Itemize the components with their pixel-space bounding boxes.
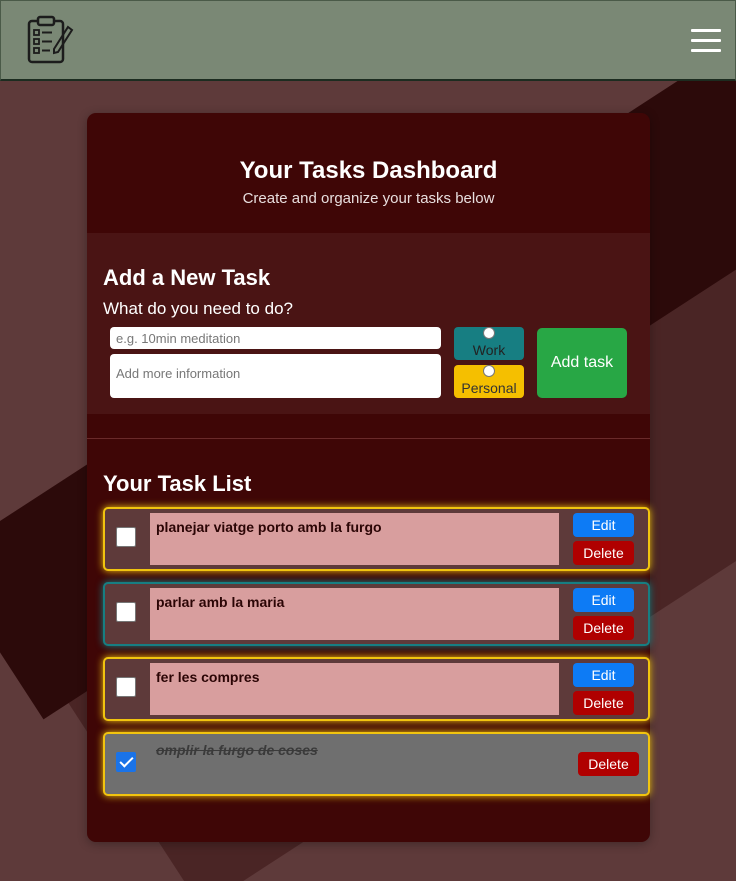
edit-button[interactable]: Edit bbox=[573, 663, 634, 687]
task-list-heading: Your Task List bbox=[103, 471, 252, 496]
hamburger-menu-icon[interactable] bbox=[691, 29, 721, 59]
task-text[interactable]: parlar amb la maria bbox=[150, 588, 559, 640]
category-work-option[interactable]: Work bbox=[454, 327, 524, 360]
edit-button[interactable]: Edit bbox=[573, 588, 634, 612]
personal-label: Personal bbox=[461, 380, 517, 396]
add-task-button[interactable]: Add task bbox=[537, 328, 627, 398]
page-title: Your Tasks Dashboard bbox=[239, 157, 498, 184]
task-checkbox[interactable] bbox=[116, 602, 136, 622]
task-text[interactable]: planejar viatge porto amb la furgo bbox=[150, 513, 559, 565]
edit-button[interactable]: Edit bbox=[573, 513, 634, 537]
task-text[interactable]: omplir la furgo de coses bbox=[150, 736, 559, 788]
task-title-input[interactable] bbox=[110, 327, 441, 349]
task-checkbox[interactable] bbox=[116, 752, 136, 772]
add-task-heading: Add a New Task bbox=[103, 265, 271, 290]
menu-line bbox=[691, 29, 721, 32]
task-text[interactable]: fer les compres bbox=[150, 663, 559, 715]
task-item-completed: omplir la furgo de coses Delete bbox=[103, 732, 650, 796]
menu-line bbox=[691, 39, 721, 42]
clipboard-checklist-icon[interactable] bbox=[26, 15, 74, 65]
task-item: parlar amb la maria Edit Delete bbox=[103, 582, 650, 646]
task-item: planejar viatge porto amb la furgo Edit … bbox=[103, 507, 650, 571]
work-label: Work bbox=[472, 342, 506, 358]
delete-button[interactable]: Delete bbox=[573, 541, 634, 565]
personal-radio[interactable] bbox=[483, 365, 495, 377]
category-personal-option[interactable]: Personal bbox=[454, 365, 524, 398]
task-checkbox[interactable] bbox=[116, 527, 136, 547]
task-checkbox[interactable] bbox=[116, 677, 136, 697]
dashboard-card: Your Tasks Dashboard Create and organize… bbox=[87, 113, 650, 842]
delete-button[interactable]: Delete bbox=[573, 616, 634, 640]
delete-button[interactable]: Delete bbox=[578, 752, 639, 776]
task-description-input[interactable] bbox=[110, 354, 441, 398]
add-task-prompt: What do you need to do? bbox=[103, 299, 293, 318]
task-item: fer les compres Edit Delete bbox=[103, 657, 650, 721]
section-divider bbox=[87, 438, 650, 439]
menu-line bbox=[691, 49, 721, 52]
work-radio[interactable] bbox=[483, 327, 495, 339]
page-subtitle: Create and organize your tasks below bbox=[242, 190, 495, 207]
add-task-panel: Add a New Task What do you need to do? W… bbox=[87, 233, 650, 414]
navbar bbox=[0, 0, 736, 81]
delete-button[interactable]: Delete bbox=[573, 691, 634, 715]
